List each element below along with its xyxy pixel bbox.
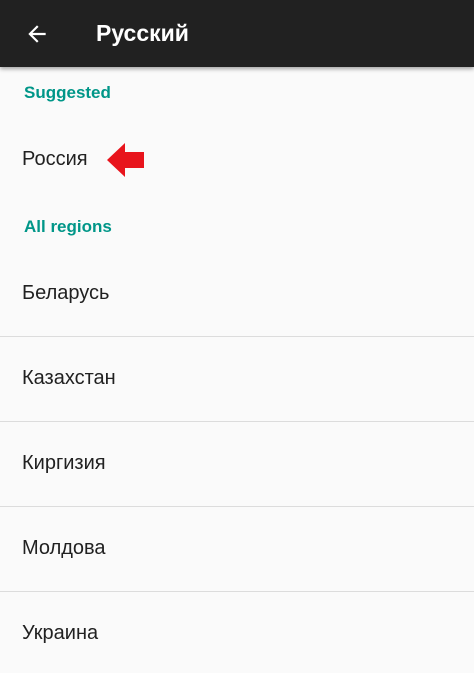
list-item-russia[interactable]: Россия: [0, 125, 474, 195]
region-list: Беларусь Казахстан Киргизия Молдова Укра…: [0, 252, 474, 673]
language-region-screen: Русский Suggested Россия All regions Бел…: [0, 0, 474, 673]
list-item-belarus[interactable]: Беларусь: [0, 252, 474, 337]
list-item-label: Украина: [22, 622, 99, 644]
list-item-label: Киргизия: [22, 452, 106, 474]
back-button[interactable]: [11, 8, 63, 60]
list-item-label: Казахстан: [22, 367, 116, 389]
arrow-back-icon: [28, 25, 46, 43]
list-item-moldova[interactable]: Молдова: [0, 507, 474, 592]
red-arrow-icon: [107, 143, 144, 177]
page-title: Русский: [96, 20, 189, 46]
list-item-label: Россия: [22, 148, 88, 170]
list-item-ukraine[interactable]: Украина: [0, 592, 474, 673]
list-item-kazakhstan[interactable]: Казахстан: [0, 337, 474, 422]
list-item-label: Беларусь: [22, 282, 110, 304]
list-item-kyrgyzstan[interactable]: Киргизия: [0, 422, 474, 507]
list-item-label: Молдова: [22, 537, 106, 559]
section-header-suggested: Suggested: [24, 83, 111, 102]
section-header-all-regions: All regions: [24, 217, 112, 236]
toolbar: Русский: [0, 0, 474, 67]
